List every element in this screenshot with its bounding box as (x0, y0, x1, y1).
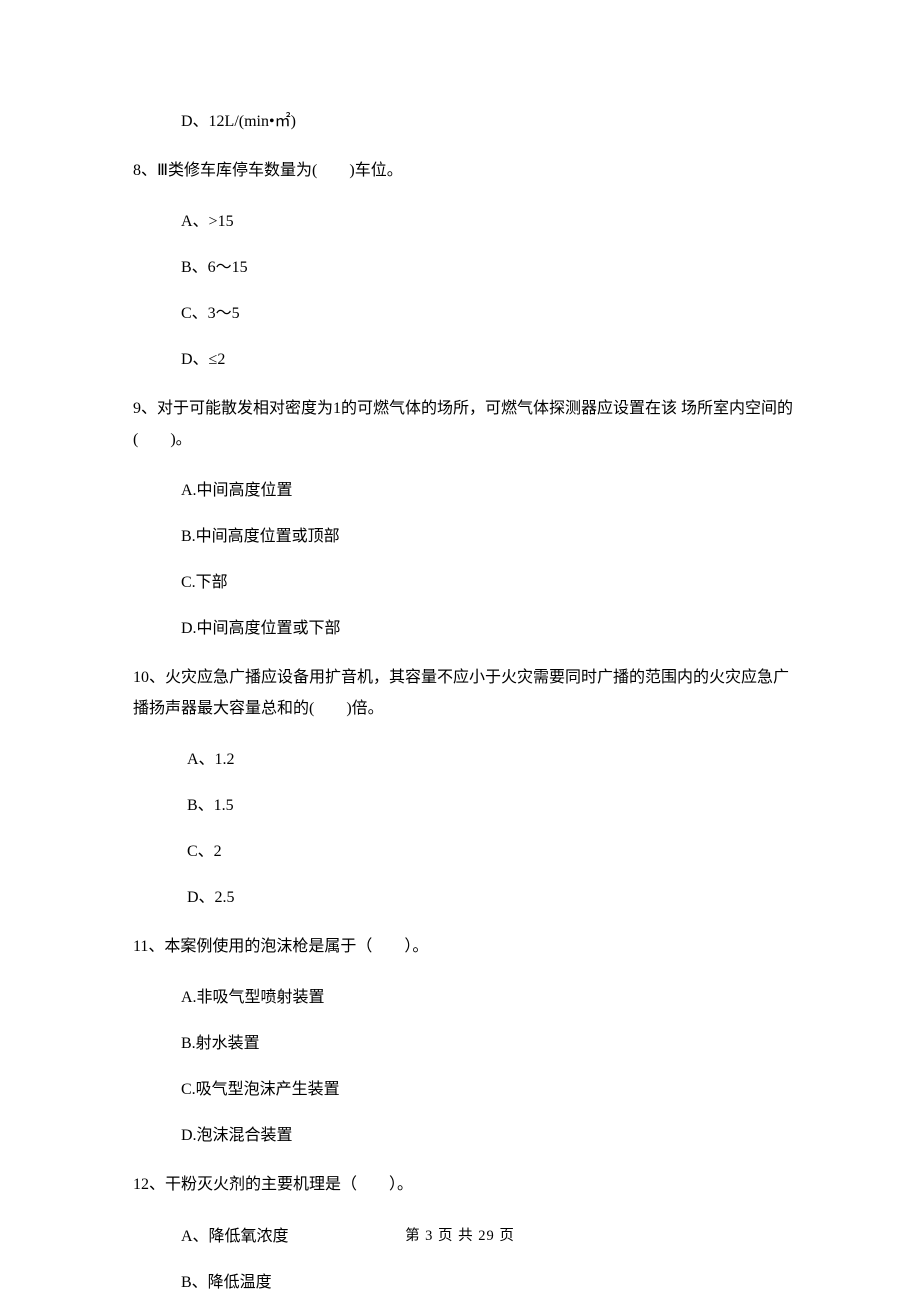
q11-option-c: C.吸气型泡沫产生装置 (133, 1078, 800, 1102)
q8-option-d: D、≤2 (133, 348, 800, 372)
q10-option-a: A、1.2 (133, 748, 800, 772)
q11-option-b: B.射水装置 (133, 1032, 800, 1056)
q9-option-b: B.中间高度位置或顶部 (133, 525, 800, 549)
q11-option-a: A.非吸气型喷射装置 (133, 986, 800, 1010)
q9-option-a: A.中间高度位置 (133, 479, 800, 503)
q10-stem: 10、火灾应急广播应设备用扩音机，其容量不应小于火灾需要同时广播的范围内的火灾应… (133, 663, 800, 724)
q12-option-b: B、降低温度 (133, 1271, 800, 1295)
q10-option-c: C、2 (133, 840, 800, 864)
q9-option-c: C.下部 (133, 571, 800, 595)
q8-stem: 8、Ⅲ类修车库停车数量为( )车位。 (133, 156, 800, 186)
q8-option-b: B、6～15 (133, 256, 800, 280)
document-page: D、12L/(min•㎡) 8、Ⅲ类修车库停车数量为( )车位。 A、>15 B… (0, 0, 920, 1302)
q9-option-d: D.中间高度位置或下部 (133, 617, 800, 641)
q12-stem: 12、干粉灭火剂的主要机理是（ ）。 (133, 1170, 800, 1200)
q7-option-d: D、12L/(min•㎡) (133, 110, 800, 134)
q8-option-c: C、3～5 (133, 302, 800, 326)
q10-option-d: D、2.5 (133, 886, 800, 910)
page-footer: 第 3 页 共 29 页 (0, 1226, 920, 1248)
q11-stem: 11、本案例使用的泡沫枪是属于（ ）。 (133, 932, 800, 962)
q10-option-b: B、1.5 (133, 794, 800, 818)
q9-stem: 9、对于可能散发相对密度为1的可燃气体的场所，可燃气体探测器应设置在该 场所室内… (133, 394, 800, 455)
q11-option-d: D.泡沫混合装置 (133, 1124, 800, 1148)
q8-option-a: A、>15 (133, 210, 800, 234)
